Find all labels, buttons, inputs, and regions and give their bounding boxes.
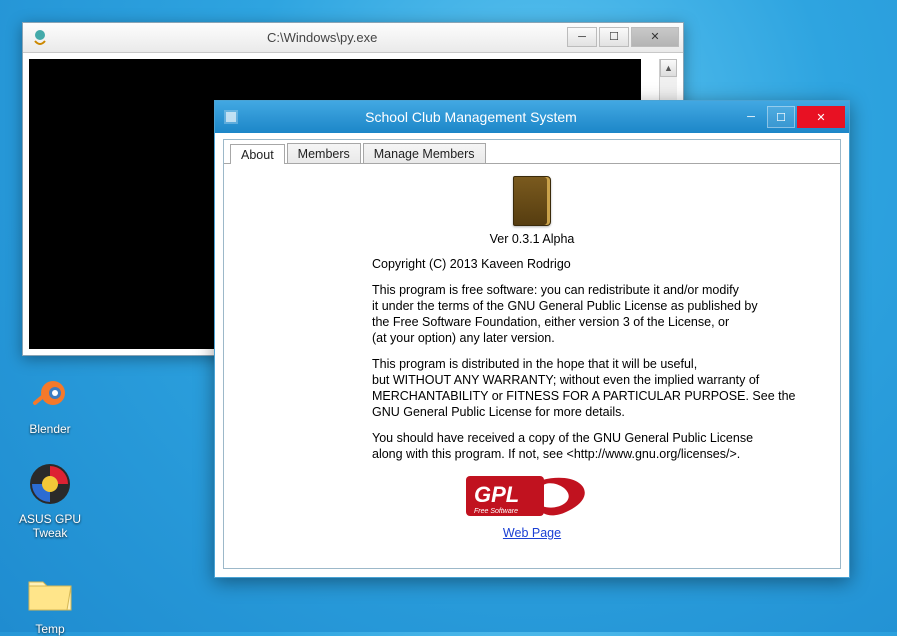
svg-text:3: 3	[552, 486, 563, 508]
desktop-icon-temp-folder[interactable]: Temp	[10, 570, 90, 636]
version-label: Ver 0.3.1 Alpha	[242, 232, 822, 246]
app-titlebar[interactable]: School Club Management System ─ ☐ ✕	[215, 101, 849, 133]
console-titlebar[interactable]: C:\Windows\py.exe ─ ☐ ✕	[23, 23, 683, 53]
tab-manage-members[interactable]: Manage Members	[363, 143, 486, 163]
copyright-text: Copyright (C) 2013 Kaveen Rodrigo	[242, 256, 822, 272]
console-close-button[interactable]: ✕	[631, 27, 679, 47]
console-maximize-button[interactable]: ☐	[599, 27, 629, 47]
console-title: C:\Windows\py.exe	[267, 30, 377, 45]
desktop-icon-asus-gpu-tweak[interactable]: ASUS GPU Tweak	[10, 460, 90, 540]
license-paragraph-3: You should have received a copy of the G…	[242, 430, 822, 462]
temp-label: Temp	[10, 622, 90, 636]
svg-text:Free Software: Free Software	[474, 508, 518, 515]
scroll-up-icon[interactable]: ▲	[660, 59, 677, 77]
tab-about[interactable]: About	[230, 144, 285, 164]
desktop-icon-blender[interactable]: Blender	[10, 370, 90, 436]
web-page-link[interactable]: Web Page	[503, 526, 561, 540]
asus-gpu-tweak-label: ASUS GPU Tweak	[10, 512, 90, 540]
app-maximize-button[interactable]: ☐	[767, 106, 795, 128]
svg-text:GPL: GPL	[474, 482, 519, 507]
console-minimize-button[interactable]: ─	[567, 27, 597, 47]
app-close-button[interactable]: ✕	[797, 106, 845, 128]
folder-icon	[26, 570, 74, 618]
license-paragraph-2: This program is distributed in the hope …	[242, 356, 822, 420]
blender-icon	[26, 370, 74, 418]
console-app-icon	[31, 29, 49, 47]
about-tab-content: Ver 0.3.1 Alpha Copyright (C) 2013 Kavee…	[224, 164, 840, 550]
app-minimize-button[interactable]: ─	[737, 106, 765, 128]
app-window: School Club Management System ─ ☐ ✕ Abou…	[214, 100, 850, 578]
asus-gpu-tweak-icon	[26, 460, 74, 508]
blender-label: Blender	[10, 422, 90, 436]
gplv3-logo-icon: GPL Free Software 3	[466, 472, 598, 520]
web-page-link-container: Web Page	[242, 526, 822, 540]
app-client-area: About Members Manage Members Ver 0.3.1 A…	[223, 139, 841, 569]
tab-strip: About Members Manage Members	[224, 140, 840, 164]
app-title: School Club Management System	[207, 109, 735, 125]
book-icon	[513, 176, 551, 226]
license-paragraph-1: This program is free software: you can r…	[242, 282, 822, 346]
tab-members[interactable]: Members	[287, 143, 361, 163]
